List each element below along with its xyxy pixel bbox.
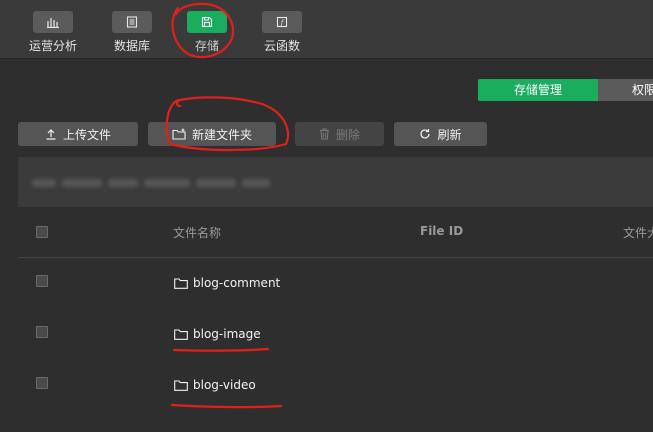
tab-storage-management[interactable]: 存储管理	[478, 79, 598, 101]
table-row[interactable]: blog-image	[18, 309, 653, 359]
upload-icon	[46, 129, 56, 140]
row-file-name-text: blog-comment	[193, 276, 281, 290]
toolbar-label-cloud-functions: 云函数	[263, 39, 300, 53]
toolbar-item-database[interactable]: 数据库	[96, 0, 168, 58]
toolbar-label-database: 数据库	[113, 39, 150, 53]
row-file-name[interactable]: blog-video	[174, 378, 256, 392]
folder-icon	[174, 277, 188, 289]
delete-button[interactable]: 删除	[295, 122, 384, 146]
column-header-file-size[interactable]: 文件大小	[623, 224, 653, 241]
table-row[interactable]: blog-comment	[18, 258, 653, 308]
row-checkbox[interactable]	[36, 326, 48, 338]
toolbar-label-analytics: 运营分析	[28, 39, 77, 53]
folder-icon	[174, 328, 188, 340]
toolbar-item-storage[interactable]: 存储	[171, 0, 243, 58]
row-file-name[interactable]: blog-image	[174, 327, 261, 341]
refresh-label: 刷新	[437, 127, 462, 142]
row-file-name[interactable]: blog-comment	[174, 276, 280, 290]
folder-icon	[174, 379, 188, 391]
toolbar-label-storage: 存储	[194, 39, 219, 53]
top-toolbar: 运营分析 数据库 存储 f 云函数	[0, 0, 653, 59]
new-folder-icon	[172, 128, 186, 140]
table-header: 文件名称 File ID 文件大小	[18, 207, 653, 258]
delete-label: 删除	[335, 127, 360, 142]
tab-permissions[interactable]: 权限	[598, 79, 653, 101]
toolbar-item-analytics[interactable]: 运营分析	[17, 0, 89, 58]
svg-text:f: f	[280, 19, 285, 27]
new-folder-button[interactable]: 新建文件夹	[148, 122, 276, 146]
save-icon	[187, 11, 227, 33]
row-file-name-text: blog-image	[193, 327, 261, 341]
row-checkbox[interactable]	[36, 377, 48, 389]
table-row[interactable]: blog-video	[18, 360, 653, 410]
select-all-checkbox[interactable]	[36, 226, 48, 238]
storage-tabs: 存储管理 权限	[478, 79, 653, 101]
toolbar-item-cloud-functions[interactable]: f 云函数	[246, 0, 318, 58]
refresh-button[interactable]: 刷新	[394, 122, 487, 146]
upload-file-button[interactable]: 上传文件	[18, 122, 138, 146]
row-checkbox[interactable]	[36, 275, 48, 287]
path-bar	[18, 157, 653, 207]
bar-chart-icon	[33, 11, 73, 33]
database-icon	[112, 11, 152, 33]
upload-file-label: 上传文件	[62, 127, 111, 142]
row-file-name-text: blog-video	[193, 378, 256, 392]
function-icon: f	[262, 11, 302, 33]
trash-icon	[319, 128, 329, 140]
refresh-icon	[420, 129, 431, 139]
column-header-file-id[interactable]: File ID	[420, 224, 463, 238]
storage-manager-window: 运营分析 数据库 存储 f 云函数 存储管理 权限 上传文件 新建文件夹 删除 …	[0, 0, 653, 432]
column-header-file-name[interactable]: 文件名称	[173, 224, 221, 241]
new-folder-label: 新建文件夹	[191, 127, 252, 142]
